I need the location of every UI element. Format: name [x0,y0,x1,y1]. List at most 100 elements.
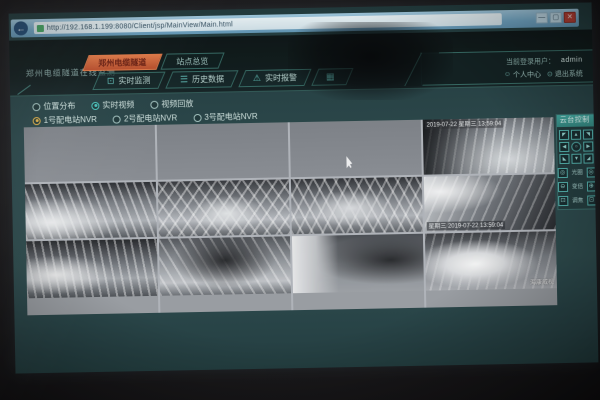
ptz-down-left-button[interactable]: ◣ [559,154,569,164]
camera-feed [292,234,424,294]
camera-cell-1-2[interactable] [157,122,289,180]
camera-feed: 星期三 2019-07-22 13:59:04 [424,174,556,232]
radio-icon [150,100,158,108]
maximize-button[interactable]: ▢ [550,12,562,23]
focus-plus-button[interactable]: ⊡ [587,195,597,205]
letterbox-filler [426,288,557,308]
camera-cell-3-3[interactable] [292,234,424,311]
camera-cell-1-4[interactable]: 2019-07-22 星期三 13:59:04 [423,117,555,175]
ptz-focus-row: ⊡ 调焦 ⊡ [558,194,596,209]
radio-video-playback[interactable]: 视频回放 [150,98,193,110]
no-signal-feed [24,125,156,183]
radio-icon [113,115,121,123]
menu-item-devices[interactable]: ▦ [311,68,353,86]
ptz-control-panel: 云台控制 ◤ ▲ ◥ ◀ ○ ▶ ◣ ▼ ◢ ◎ 光圈 ◎ [556,113,598,210]
radio-icon-selected [33,117,41,125]
close-button[interactable]: ✕ [564,12,576,23]
ptz-up-right-button[interactable]: ◥ [583,129,593,139]
camera-cell-1-3[interactable] [290,120,422,178]
window-controls: — ▢ ✕ [536,12,576,24]
ptz-down-right-button[interactable]: ◢ [583,153,593,163]
camera-cell-3-2[interactable] [159,236,291,313]
url-field[interactable]: http://192.168.1.199:8080/Client/jsp/Mai… [34,13,502,34]
menu-item-realtime-monitor[interactable]: ⊡ 实时监测 [92,72,165,90]
power-icon: ⊙ [547,70,553,78]
zoom-in-button[interactable]: ⊕ [586,181,596,191]
monitor-screen: ← http://192.168.1.199:8080/Client/jsp/M… [9,2,599,373]
tab-tunnel[interactable]: 郑州电缆隧道 [82,54,162,72]
iris-minus-button[interactable]: ◎ [558,168,568,178]
letterbox-filler [160,293,291,313]
camera-cell-3-1[interactable] [26,239,158,316]
alarm-beacon-icon: ⚠ [252,74,260,83]
radio-nvr-2[interactable]: 2号配电站NVR [113,112,178,124]
ptz-panel-title: 云台控制 [557,114,595,127]
camera-feed: 海康威视 [425,231,557,291]
camera-grid: 2019-07-22 星期三 13:59:04 星期三 2019-07-22 1… [24,117,558,315]
login-user-label: 当前登录用户： [506,56,555,67]
iris-plus-button[interactable]: ◎ [586,167,596,177]
person-icon: ☺ [504,71,511,78]
focus-minus-button[interactable]: ⊡ [558,196,568,206]
header-decoration-line [17,85,31,95]
ptz-zoom-row: ⊖ 变倍 ⊕ [558,180,596,195]
main-tabs: 郑州电缆隧道 站点总览 [85,53,221,72]
back-button[interactable]: ← [14,21,28,35]
radio-live-video[interactable]: 实时视频 [91,99,134,111]
no-signal-feed [290,120,422,178]
radio-location-map[interactable]: 位置分布 [32,100,75,112]
ptz-up-button[interactable]: ▲ [571,130,581,140]
photo-of-monitor: ← http://192.168.1.199:8080/Client/jsp/M… [0,0,600,400]
camera-cell-2-1[interactable] [25,182,157,240]
username: admin [561,57,583,64]
radio-nvr-1[interactable]: 1号配电站NVR [33,114,98,126]
tab-site-overview[interactable]: 站点总览 [160,52,224,69]
letterbox-filler [293,291,424,311]
device-grid-icon: ▦ [325,72,334,81]
letterbox-filler [27,296,158,316]
ptz-iris-row: ◎ 光圈 ◎ [558,166,596,181]
camera-cell-3-4[interactable]: 海康威视 [425,231,557,308]
camera-osd-timestamp: 星期三 2019-07-22 13:59:04 [427,221,505,231]
app-header: 郑州电缆隧道在线监测 郑州电缆隧道 站点总览 ⊡ 实时监测 [9,29,593,96]
page-favicon [37,24,44,31]
history-icon: ☰ [179,75,187,84]
radio-icon-selected [91,101,99,109]
zoom-label: 变倍 [571,183,583,191]
camera-feed [26,239,158,299]
view-mode-radios: 位置分布 实时视频 视频回放 [32,98,193,112]
camera-feed [291,177,423,235]
zoom-out-button[interactable]: ⊖ [558,182,568,192]
camera-feed: 2019-07-22 星期三 13:59:04 [423,117,555,175]
focus-label: 调焦 [571,197,583,205]
radio-nvr-3[interactable]: 3号配电站NVR [193,111,258,123]
user-panel-slant [404,52,439,86]
menu-item-history-data[interactable]: ☰ 历史数据 [165,70,238,88]
monitor-icon: ⊡ [107,77,115,86]
camera-feed [159,236,291,296]
camera-feed [25,182,157,240]
profile-link[interactable]: ☺ 个人中心 [504,69,541,80]
url-text: http://192.168.1.199:8080/Client/jsp/Mai… [47,21,233,32]
user-panel: 当前登录用户： admin ☺ 个人中心 ⊙ 退出系统 [420,49,593,85]
camera-cell-2-2[interactable] [158,179,290,237]
camera-cell-1-1[interactable] [24,125,156,183]
camera-cell-2-3[interactable] [291,177,423,235]
ptz-down-button[interactable]: ▼ [571,154,581,164]
radio-icon [193,113,201,121]
camera-cell-2-4[interactable]: 星期三 2019-07-22 13:59:04 [424,174,556,232]
menu-item-realtime-alarm[interactable]: ⚠ 实时报警 [238,69,311,87]
ptz-left-button[interactable]: ◀ [559,142,569,152]
camera-osd-timestamp: 2019-07-22 星期三 13:59:04 [425,119,503,129]
camera-watermark: 海康威视 [530,278,554,287]
minimize-button[interactable]: — [536,12,548,23]
ptz-center-button[interactable]: ○ [571,142,581,152]
logout-link[interactable]: ⊙ 退出系统 [547,68,583,79]
no-signal-feed [157,122,289,180]
radio-icon [32,103,40,111]
iris-label: 光圈 [571,169,583,177]
ptz-right-button[interactable]: ▶ [583,141,593,151]
ptz-up-left-button[interactable]: ◤ [559,130,569,140]
camera-feed [158,179,290,237]
app-window: 郑州电缆隧道在线监测 郑州电缆隧道 站点总览 ⊡ 实时监测 [9,29,598,373]
